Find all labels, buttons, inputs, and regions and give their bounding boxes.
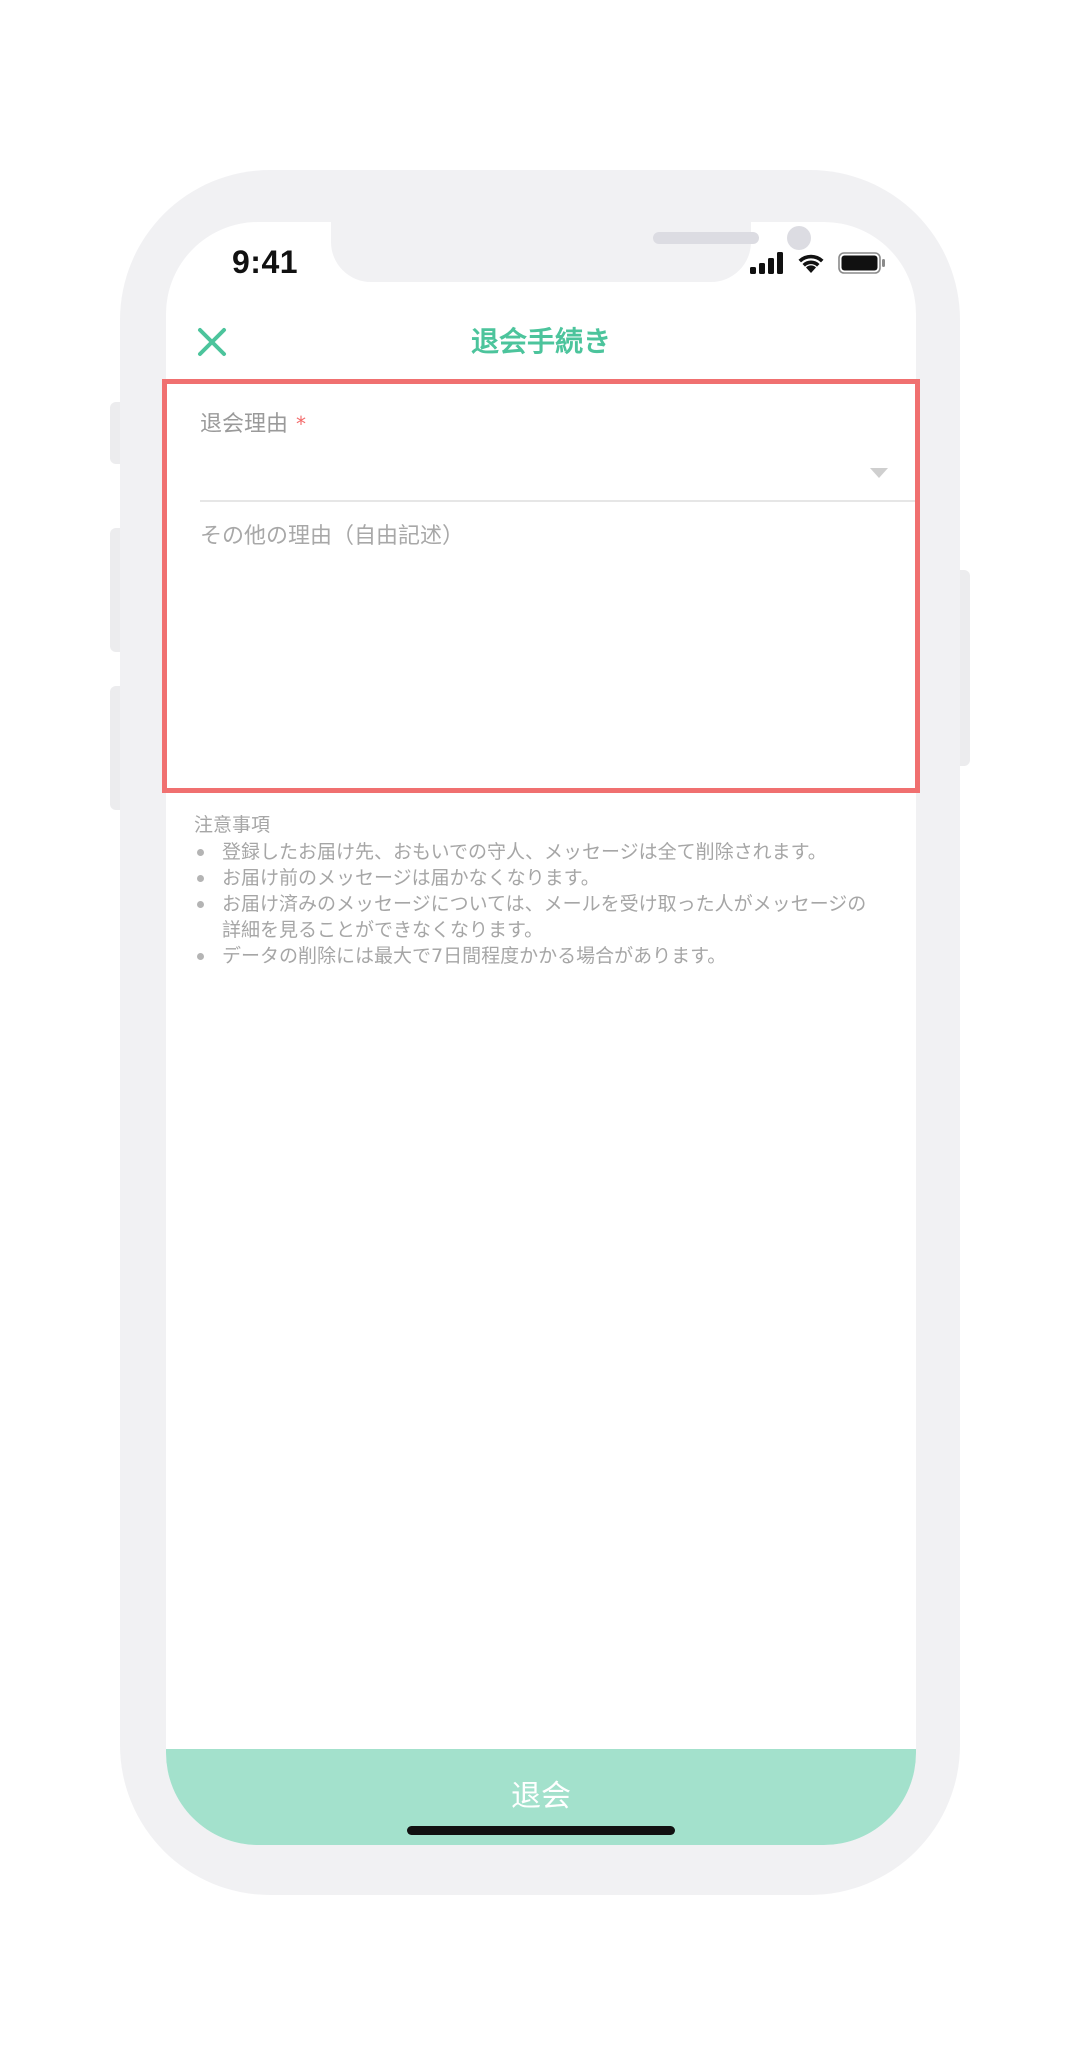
status-icons: [750, 252, 886, 274]
speaker-grille: [653, 232, 759, 244]
status-time: 9:41: [232, 244, 299, 280]
notes-item: データの削除には最大で7日間程度かかる場合があります。: [194, 943, 884, 969]
notes-list: 登録したお届け先、おもいでの守人、メッセージは全て削除されます。 お届け前のメッ…: [194, 839, 884, 969]
reason-select[interactable]: [200, 444, 916, 502]
page-title: 退会手続き: [470, 325, 611, 358]
home-indicator: [407, 1826, 675, 1835]
phone-screen: 9:41 退会手続き 退会理由 * その他の理由（自由記述） 注意事項 登録した…: [166, 222, 916, 1845]
other-reason-textarea[interactable]: [200, 518, 890, 768]
notch: [331, 222, 811, 282]
required-mark: *: [296, 412, 307, 436]
notes-item: 登録したお届け先、おもいでの守人、メッセージは全て削除されます。: [194, 839, 884, 865]
withdraw-form: 退会理由 *: [166, 382, 916, 800]
reason-label: 退会理由 *: [200, 406, 306, 438]
signal-icon: [750, 252, 783, 274]
stage: 9:41 退会手続き 退会理由 * その他の理由（自由記述） 注意事項 登録した…: [0, 0, 1080, 2067]
notes-section: 注意事項 登録したお届け先、おもいでの守人、メッセージは全て削除されます。 お届…: [194, 810, 884, 969]
wifi-icon: [798, 254, 824, 273]
battery-icon: [838, 252, 885, 274]
notes-title: 注意事項: [194, 814, 271, 836]
front-camera: [787, 226, 811, 250]
notes-item: お届け前のメッセージは届かなくなります。: [194, 865, 884, 891]
reason-label-text: 退会理由: [200, 412, 289, 437]
caret-down-icon: [870, 468, 888, 478]
notes-item: お届け済みのメッセージについては、メールを受け取った人がメッセージの詳細を見るこ…: [194, 891, 884, 943]
